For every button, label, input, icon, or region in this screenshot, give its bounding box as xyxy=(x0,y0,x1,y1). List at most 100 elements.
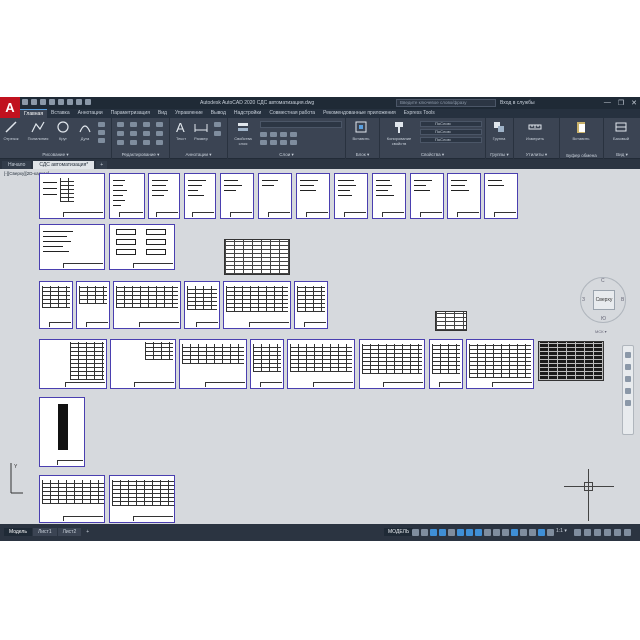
close-icon[interactable]: ✕ xyxy=(631,99,637,107)
minimize-icon[interactable]: — xyxy=(604,99,611,107)
drawing-sheet[interactable] xyxy=(39,224,105,270)
mirror-icon[interactable] xyxy=(130,131,137,136)
plot-icon[interactable] xyxy=(67,99,73,105)
object-snap-icon[interactable] xyxy=(466,529,473,536)
drawing-sheet[interactable] xyxy=(109,173,145,219)
draw-extra-icon[interactable] xyxy=(98,122,105,127)
snap-icon[interactable] xyxy=(421,529,428,536)
steering-wheel-icon[interactable] xyxy=(625,352,631,358)
utilities-group-label[interactable]: Утилиты ▾ xyxy=(514,152,559,158)
customization-menu-icon[interactable] xyxy=(624,529,631,536)
clipboard-group-label[interactable]: Буфер обмена xyxy=(560,153,603,158)
drawing-sheet[interactable] xyxy=(372,173,406,219)
leader-icon[interactable] xyxy=(214,122,221,127)
group-tool[interactable]: Группа xyxy=(490,120,508,141)
add-layout-button[interactable]: + xyxy=(82,528,93,536)
object-snap-tracking-icon[interactable] xyxy=(457,529,464,536)
drawing-sheet[interactable] xyxy=(109,224,175,270)
selection-filter-icon[interactable] xyxy=(520,529,527,536)
move-icon[interactable] xyxy=(117,122,124,127)
layer-properties-tool[interactable]: Свойства слоя xyxy=(230,120,256,146)
ribbon-tab-annotate[interactable]: Аннотации xyxy=(74,109,107,118)
pan-icon[interactable] xyxy=(625,364,631,370)
array-icon[interactable] xyxy=(143,140,150,145)
layer-tool-icon[interactable] xyxy=(270,132,277,137)
plus-icon[interactable] xyxy=(584,529,591,536)
clean-screen-icon[interactable] xyxy=(614,529,621,536)
gear-icon[interactable] xyxy=(574,529,581,536)
3d-osnap-icon[interactable] xyxy=(502,529,509,536)
showmotion-icon[interactable] xyxy=(625,400,631,406)
color-dropdown[interactable]: ПоСлою xyxy=(420,121,482,127)
viewcube-top-face[interactable]: Сверху xyxy=(593,290,615,310)
text-tool[interactable]: A Текст xyxy=(172,120,190,141)
table-object[interactable] xyxy=(224,239,290,275)
compass-north[interactable]: С xyxy=(601,278,605,284)
linetype-dropdown[interactable]: ПоСлою xyxy=(420,137,482,143)
match-properties-tool[interactable]: Копирование свойств xyxy=(382,120,416,146)
layer-dropdown[interactable] xyxy=(260,121,342,128)
modify-group-label[interactable]: Редактирование ▾ xyxy=(112,152,169,158)
annotation-scale[interactable]: 1:1 ▾ xyxy=(556,528,567,534)
table-object[interactable] xyxy=(538,341,604,381)
ribbon-tab-parametric[interactable]: Параметризация xyxy=(107,109,154,118)
drawing-sheet[interactable] xyxy=(223,281,291,329)
hardware-acceleration-icon[interactable] xyxy=(594,529,601,536)
viewcube[interactable]: Сверху С Ю З В xyxy=(580,277,626,323)
drawing-sheet[interactable] xyxy=(258,173,292,219)
stretch-icon[interactable] xyxy=(117,140,124,145)
drawing-sheet[interactable] xyxy=(447,173,481,219)
layer-tool-icon[interactable] xyxy=(260,140,267,145)
arc-tool[interactable]: Дуга xyxy=(76,120,94,141)
layer-tool-icon[interactable] xyxy=(280,132,287,137)
redo-icon[interactable] xyxy=(85,99,91,105)
file-tab-drawing[interactable]: СДС автоматизация* xyxy=(33,161,95,169)
paste-tool[interactable]: Вставить xyxy=(572,120,590,141)
sign-in-button[interactable]: Вход в службы xyxy=(500,100,535,106)
drawing-sheet[interactable] xyxy=(39,397,85,467)
ribbon-tab-featured-apps[interactable]: Рекомендованные приложения xyxy=(319,109,400,118)
new-file-icon[interactable] xyxy=(22,99,28,105)
web-mobile-icon[interactable] xyxy=(58,99,64,105)
new-file-tab-button[interactable]: + xyxy=(96,161,108,169)
ribbon-tab-output[interactable]: Вывод xyxy=(207,109,230,118)
selection-cycling-icon[interactable] xyxy=(493,529,500,536)
scale-icon[interactable] xyxy=(130,140,137,145)
drawing-sheet[interactable] xyxy=(39,173,105,219)
zoom-icon[interactable] xyxy=(625,376,631,382)
layout-tab-sheet1[interactable]: Лист1 xyxy=(32,528,57,536)
drawing-sheet[interactable] xyxy=(296,173,330,219)
maximize-icon[interactable]: ❐ xyxy=(618,99,624,107)
drawing-sheet[interactable] xyxy=(466,339,534,389)
layer-tool-icon[interactable] xyxy=(290,140,297,145)
fillet-icon[interactable] xyxy=(143,131,150,136)
drawing-sheet[interactable] xyxy=(39,475,105,523)
polyline-tool[interactable]: Полилиния xyxy=(26,120,50,141)
orbit-icon[interactable] xyxy=(625,388,631,394)
drawing-sheet[interactable] xyxy=(410,173,444,219)
drawing-sheet[interactable] xyxy=(184,281,220,329)
save-as-icon[interactable] xyxy=(49,99,55,105)
drawing-sheet[interactable] xyxy=(287,339,355,389)
annotation-visibility-icon[interactable] xyxy=(538,529,545,536)
line-tool[interactable]: Отрезок xyxy=(2,120,20,141)
polar-icon[interactable] xyxy=(439,529,446,536)
layout-tab-model[interactable]: Модель xyxy=(4,528,32,536)
layer-tool-icon[interactable] xyxy=(290,132,297,137)
autocad-logo-icon[interactable]: A xyxy=(0,97,20,119)
table-object[interactable] xyxy=(435,311,467,331)
ribbon-tab-manage[interactable]: Управление xyxy=(171,109,207,118)
layout-tab-sheet2[interactable]: Лист2 xyxy=(57,528,82,536)
isolate-objects-icon[interactable] xyxy=(604,529,611,536)
view-group-label[interactable]: Вид ▾ xyxy=(604,152,640,158)
gizmo-icon[interactable] xyxy=(529,529,536,536)
auto-scale-icon[interactable] xyxy=(547,529,554,536)
ortho-icon[interactable] xyxy=(430,529,437,536)
drawing-sheet[interactable] xyxy=(110,339,176,389)
table-icon[interactable] xyxy=(214,131,221,136)
block-group-label[interactable]: Блок ▾ xyxy=(346,152,379,158)
base-view-tool[interactable]: Базовый xyxy=(612,120,630,141)
compass-west[interactable]: З xyxy=(582,297,585,303)
drawing-sheet[interactable] xyxy=(484,173,518,219)
measure-tool[interactable]: Измерить xyxy=(526,120,544,141)
